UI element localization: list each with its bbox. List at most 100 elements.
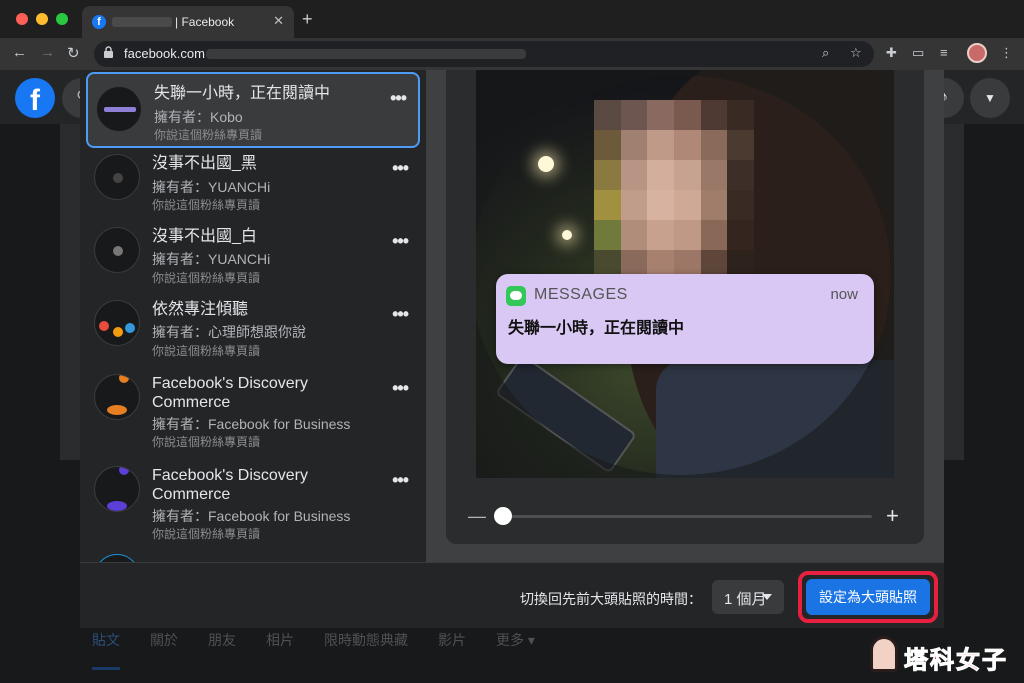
frame-thumbnail [94, 300, 140, 346]
browser-window: f | Facebook ✕ + ← → ↻ facebook.com ⌕ ☆ … [0, 0, 1024, 683]
set-profile-picture-button[interactable]: 設定為大頭貼照 [806, 579, 930, 615]
blurred-url [206, 49, 526, 59]
address-bar-row: ← → ↻ facebook.com ⌕ ☆ ✚ ▭ ≡ ⋮ [0, 38, 1024, 70]
frame-subtitle: 你說這個粉絲專頁讀 [152, 198, 261, 212]
extensions-icon[interactable]: ✚ [886, 45, 897, 61]
cast-icon[interactable]: ▭ [912, 45, 924, 61]
frame-name: 沒事不出國_黑 [152, 155, 257, 172]
address-bar[interactable]: facebook.com ⌕ ☆ [94, 41, 874, 67]
profile-tabs: 貼文 關於 朋友 相片 限時動態典藏 影片 更多 ▾ [92, 630, 535, 670]
facebook-favicon-icon: f [92, 15, 106, 29]
frame-subtitle: 你說這個粉絲專頁讀 [152, 344, 261, 358]
list-item[interactable]: Facebook's Discovery Commerce 擁有者：Facebo… [86, 462, 420, 552]
more-options-icon[interactable]: ••• [392, 470, 409, 491]
list-item[interactable]: 沒事不出國_黑 擁有者：YUANCHi 你說這個粉絲專頁讀 ••• [86, 150, 420, 222]
reading-list-icon[interactable]: ≡ [940, 45, 948, 60]
zoom-out-icon[interactable]: — [468, 506, 486, 527]
back-icon[interactable]: ← [12, 44, 27, 61]
account-dropdown-icon[interactable]: ▼ [970, 78, 1010, 118]
frame-owner: 擁有者：Kobo [154, 109, 243, 125]
tab-photos[interactable]: 相片 [266, 630, 294, 670]
notification-message: 失聯一小時，正在閱讀中 [508, 320, 685, 337]
frame-thumbnail [94, 227, 140, 273]
zoom-control: — + [468, 503, 908, 529]
close-tab-icon[interactable]: ✕ [273, 13, 284, 29]
zoom-slider-track[interactable] [502, 515, 872, 518]
frame-subtitle: 你說這個粉絲專頁讀 [152, 435, 261, 449]
pixelated-face [594, 100, 754, 280]
zoom-icon[interactable]: ⌕ [822, 45, 829, 61]
preview-card: MESSAGES now 失聯一小時，正在閱讀中 — + [446, 70, 924, 544]
frame-subtitle: 你說這個粉絲專頁讀 [152, 527, 261, 541]
list-item[interactable] [86, 554, 420, 562]
notification-time: now [830, 286, 858, 303]
maximize-window-button[interactable] [56, 13, 68, 25]
close-window-button[interactable] [16, 13, 28, 25]
preview-panel: MESSAGES now 失聯一小時，正在閱讀中 — + [426, 70, 944, 562]
frame-thumbnail [94, 466, 140, 512]
facebook-logo-icon[interactable]: f [15, 78, 55, 118]
frame-name: Facebook's Discovery Commerce [152, 375, 308, 411]
list-item[interactable]: Facebook's Discovery Commerce 擁有者：Facebo… [86, 370, 420, 460]
list-item[interactable]: 沒事不出國_白 擁有者：YUANCHi 你說這個粉絲專頁讀 ••• [86, 223, 420, 295]
list-item[interactable]: 失聯一小時，正在閱讀中 擁有者：Kobo 你說這個粉絲專頁讀 ••• [86, 72, 420, 148]
profile-avatar[interactable] [967, 43, 987, 63]
minimize-window-button[interactable] [36, 13, 48, 25]
denim-jacket [656, 360, 894, 478]
watermark-text: 塔科女子 [904, 647, 1008, 675]
frame-list[interactable]: 失聯一小時，正在閱讀中 擁有者：Kobo 你說這個粉絲專頁讀 ••• 沒事不出國… [80, 70, 426, 562]
caret-down-icon [762, 594, 772, 600]
tab-friends[interactable]: 朋友 [208, 630, 236, 670]
frame-subtitle: 你說這個粉絲專頁讀 [154, 128, 263, 142]
tab-bar: f | Facebook ✕ + [0, 0, 1024, 38]
more-options-icon[interactable]: ••• [392, 304, 409, 325]
messages-notification-frame: MESSAGES now 失聯一小時，正在閱讀中 [496, 274, 874, 364]
street-lamp [562, 230, 572, 240]
reload-icon[interactable]: ↻ [67, 44, 80, 62]
modal-footer: 切換回先前大頭貼照的時間： 1 個月 設定為大頭貼照 [80, 562, 944, 628]
frame-owner: 擁有者：心理師想跟你說 [152, 324, 306, 340]
zoom-in-icon[interactable]: + [886, 503, 899, 529]
tab-title: | Facebook [175, 15, 235, 29]
frame-subtitle: 你說這個粉絲專頁讀 [152, 271, 261, 285]
watermark: 塔科女子 [870, 634, 1020, 678]
frame-owner: 擁有者：Facebook for Business [152, 508, 351, 524]
tab-more[interactable]: 更多 ▾ [496, 630, 535, 670]
street-lamp [538, 156, 554, 172]
browser-tab[interactable]: f | Facebook ✕ [82, 6, 294, 38]
watermark-avatar-icon [870, 636, 898, 672]
tab-about[interactable]: 關於 [150, 630, 178, 670]
frame-name: 依然專注傾聽 [152, 301, 249, 318]
duration-value: 1 個月 [724, 591, 767, 608]
duration-select[interactable]: 1 個月 [712, 580, 784, 614]
more-options-icon[interactable]: ••• [392, 231, 409, 252]
list-item[interactable]: 依然專注傾聽 擁有者：心理師想跟你說 你說這個粉絲專頁讀 ••• [86, 296, 420, 368]
frame-thumbnail [96, 86, 142, 132]
new-tab-button[interactable]: + [302, 9, 313, 30]
frame-thumbnail [94, 554, 140, 562]
forward-icon[interactable]: → [40, 44, 55, 61]
blurred-tab-title [112, 17, 172, 27]
frame-owner: 擁有者：Facebook for Business [152, 416, 351, 432]
tab-videos[interactable]: 影片 [438, 630, 466, 670]
more-options-icon[interactable]: ••• [390, 88, 407, 109]
frame-owner: 擁有者：YUANCHi [152, 179, 271, 195]
profile-frame-modal: 失聯一小時，正在閱讀中 擁有者：Kobo 你說這個粉絲專頁讀 ••• 沒事不出國… [80, 70, 944, 628]
frame-name: 失聯一小時，正在閱讀中 [154, 85, 331, 102]
frame-name: Facebook's Discovery Commerce [152, 467, 308, 503]
bookmark-star-icon[interactable]: ☆ [850, 45, 862, 61]
lock-icon [104, 46, 113, 58]
notification-app-name: MESSAGES [534, 286, 628, 303]
zoom-slider-thumb[interactable] [494, 507, 512, 525]
menu-kebab-icon[interactable]: ⋮ [1000, 45, 1013, 61]
tab-posts[interactable]: 貼文 [92, 630, 120, 670]
frame-thumbnail [94, 154, 140, 200]
frame-owner: 擁有者：YUANCHi [152, 251, 271, 267]
revert-duration-label: 切換回先前大頭貼照的時間： [520, 591, 702, 607]
tab-stories-archive[interactable]: 限時動態典藏 [324, 630, 408, 670]
more-options-icon[interactable]: ••• [392, 158, 409, 179]
more-options-icon[interactable]: ••• [392, 378, 409, 399]
frame-name: 沒事不出國_白 [152, 228, 257, 245]
messages-app-icon [506, 286, 526, 306]
frame-thumbnail [94, 374, 140, 420]
